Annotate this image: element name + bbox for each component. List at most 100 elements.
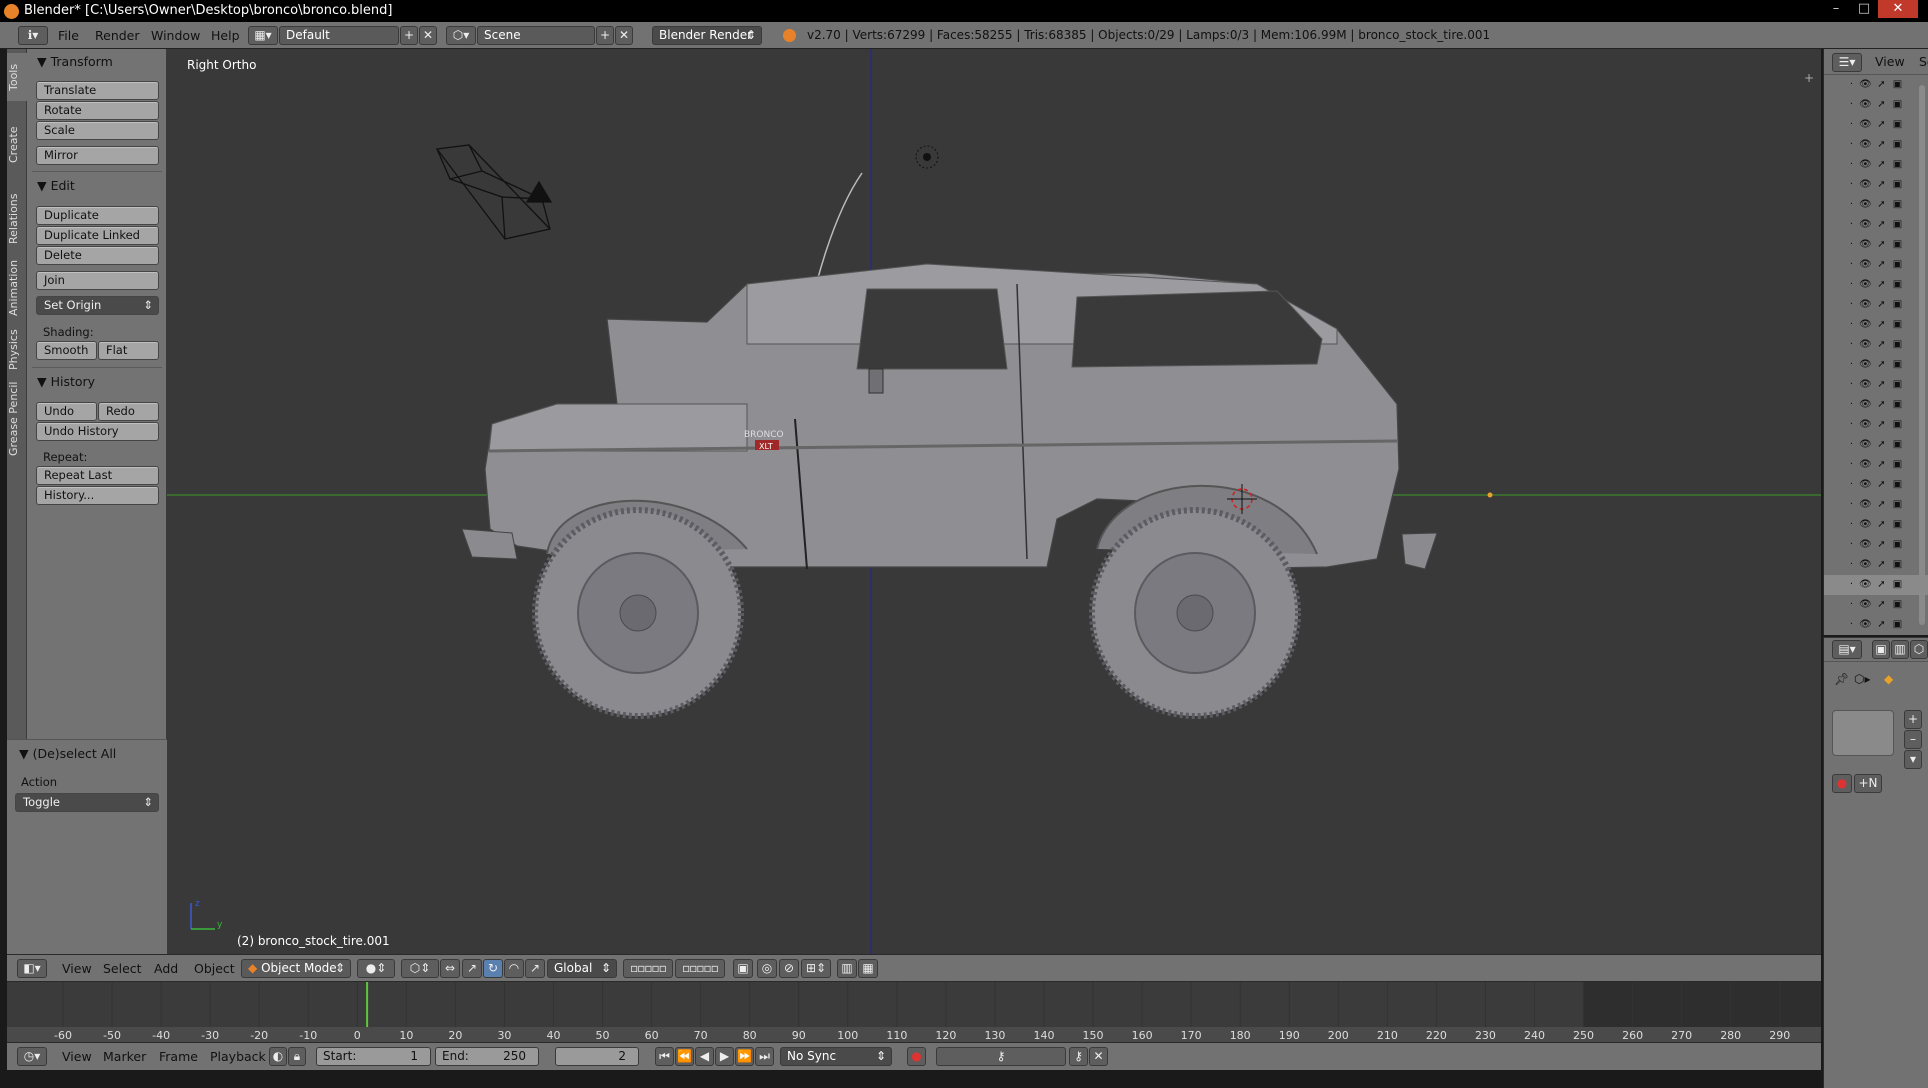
visibility-eye-icon[interactable]: 👁︎ bbox=[1859, 579, 1872, 590]
minimize-button[interactable]: – bbox=[1822, 0, 1850, 18]
expand-icon[interactable]: · bbox=[1846, 99, 1857, 110]
render-camera-icon[interactable]: ▣ bbox=[1892, 159, 1903, 170]
pivot-point-icon[interactable]: ⬡⇕ bbox=[401, 959, 439, 978]
undo-history-button[interactable]: Undo History bbox=[36, 422, 159, 441]
visibility-eye-icon[interactable]: 👁︎ bbox=[1859, 219, 1872, 230]
menu-view[interactable]: View bbox=[62, 1049, 92, 1064]
expand-icon[interactable]: · bbox=[1846, 479, 1857, 490]
select-arrow-icon[interactable]: ➚ bbox=[1876, 439, 1887, 450]
duplicate-linked-button[interactable]: Duplicate Linked bbox=[36, 226, 159, 245]
select-arrow-icon[interactable]: ➚ bbox=[1876, 319, 1887, 330]
editor-type-icon[interactable]: ℹ▾ bbox=[18, 26, 48, 45]
render-camera-icon[interactable]: ▣ bbox=[1892, 579, 1903, 590]
outliner-row[interactable]: · 👁︎ ➚ ▣ bbox=[1824, 75, 1928, 95]
menu-add[interactable]: Add bbox=[154, 961, 178, 976]
lock-range-icon[interactable]: 🔒︎ bbox=[288, 1047, 306, 1066]
scene-field[interactable]: Scene bbox=[477, 26, 595, 45]
render-camera-icon[interactable]: ▣ bbox=[1892, 419, 1903, 430]
outliner-row[interactable]: · 👁︎ ➚ ▣ bbox=[1824, 475, 1928, 495]
outliner-menu-view[interactable]: View bbox=[1875, 54, 1905, 69]
render-camera-icon[interactable]: ▣ bbox=[1892, 279, 1903, 290]
render-camera-icon[interactable]: ▣ bbox=[1892, 559, 1903, 570]
repeat-last-button[interactable]: Repeat Last bbox=[36, 466, 159, 485]
visibility-eye-icon[interactable]: 👁︎ bbox=[1859, 399, 1872, 410]
viewport-shading-icon[interactable]: ●⇕ bbox=[357, 959, 395, 978]
add-layout-icon[interactable]: + bbox=[400, 26, 418, 45]
tab-animation[interactable]: Animation bbox=[7, 254, 27, 322]
render-camera-icon[interactable]: ▣ bbox=[1892, 399, 1903, 410]
flat-button[interactable]: Flat bbox=[98, 341, 159, 360]
delete-keyframe-icon[interactable]: ✕ bbox=[1089, 1047, 1108, 1066]
play-icon[interactable]: ▶ bbox=[715, 1047, 734, 1066]
expand-icon[interactable]: · bbox=[1846, 179, 1857, 190]
preview-range-icon[interactable]: ◐ bbox=[269, 1047, 287, 1066]
mode-select[interactable]: ◆ Object Mode ⇕ bbox=[241, 959, 351, 978]
render-camera-icon[interactable]: ▣ bbox=[1892, 499, 1903, 510]
render-layer-tab-icon[interactable]: ▥ bbox=[1891, 640, 1909, 659]
menu-playback[interactable]: Playback bbox=[210, 1049, 266, 1064]
outliner-row[interactable]: · 👁︎ ➚ ▣ bbox=[1824, 155, 1928, 175]
expand-icon[interactable]: · bbox=[1846, 219, 1857, 230]
outliner-menu-search[interactable]: Se bbox=[1919, 54, 1928, 69]
outliner-row[interactable]: · 👁︎ ➚ ▣ bbox=[1824, 435, 1928, 455]
select-arrow-icon[interactable]: ➚ bbox=[1876, 479, 1887, 490]
insert-keyframe-icon[interactable]: ⚷ bbox=[1069, 1047, 1088, 1066]
translate-manipulator-icon[interactable]: ↗ bbox=[462, 959, 482, 978]
visibility-eye-icon[interactable]: 👁︎ bbox=[1859, 359, 1872, 370]
menu-render[interactable]: Render bbox=[95, 28, 140, 43]
undo-button[interactable]: Undo bbox=[36, 402, 97, 421]
outliner-row[interactable]: · 👁︎ ➚ ▣ bbox=[1824, 515, 1928, 535]
visibility-eye-icon[interactable]: 👁︎ bbox=[1859, 79, 1872, 90]
add-scene-icon[interactable]: + bbox=[596, 26, 614, 45]
pin-icon[interactable]: 📌︎ bbox=[1834, 672, 1849, 686]
select-arrow-icon[interactable]: ➚ bbox=[1876, 239, 1887, 250]
opengl-anim-icon[interactable]: ▦ bbox=[858, 959, 878, 978]
visibility-eye-icon[interactable]: 👁︎ bbox=[1859, 539, 1872, 550]
select-arrow-icon[interactable]: ➚ bbox=[1876, 419, 1887, 430]
outliner-row[interactable]: · 👁︎ ➚ ▣ bbox=[1824, 275, 1928, 295]
screen-layout-icon[interactable]: ▦▾ bbox=[248, 26, 278, 45]
expand-icon[interactable]: · bbox=[1846, 419, 1857, 430]
visibility-eye-icon[interactable]: 👁︎ bbox=[1859, 479, 1872, 490]
render-camera-icon[interactable]: ▣ bbox=[1892, 599, 1903, 610]
remove-scene-icon[interactable]: ✕ bbox=[615, 26, 633, 45]
select-arrow-icon[interactable]: ➚ bbox=[1876, 219, 1887, 230]
expand-icon[interactable]: · bbox=[1846, 599, 1857, 610]
select-arrow-icon[interactable]: ➚ bbox=[1876, 139, 1887, 150]
visibility-eye-icon[interactable]: 👁︎ bbox=[1859, 499, 1872, 510]
select-arrow-icon[interactable]: ➚ bbox=[1876, 379, 1887, 390]
expand-icon[interactable]: · bbox=[1846, 519, 1857, 530]
expand-icon[interactable]: · bbox=[1846, 399, 1857, 410]
select-arrow-icon[interactable]: ➚ bbox=[1876, 299, 1887, 310]
render-camera-icon[interactable]: ▣ bbox=[1892, 139, 1903, 150]
outliner-row[interactable]: · 👁︎ ➚ ▣ bbox=[1824, 255, 1928, 275]
jump-end-icon[interactable]: ⏭ bbox=[755, 1047, 774, 1066]
render-camera-icon[interactable]: ▣ bbox=[1892, 459, 1903, 470]
select-arrow-icon[interactable]: ➚ bbox=[1876, 79, 1887, 90]
duplicate-button[interactable]: Duplicate bbox=[36, 206, 159, 225]
select-arrow-icon[interactable]: ➚ bbox=[1876, 599, 1887, 610]
expand-icon[interactable]: · bbox=[1846, 159, 1857, 170]
outliner-row[interactable]: · 👁︎ ➚ ▣ bbox=[1824, 595, 1928, 615]
outliner-row[interactable]: · 👁︎ ➚ ▣ bbox=[1824, 135, 1928, 155]
expand-icon[interactable]: · bbox=[1846, 259, 1857, 270]
tab-create[interactable]: Create bbox=[7, 105, 27, 185]
select-arrow-icon[interactable]: ➚ bbox=[1876, 99, 1887, 110]
render-camera-icon[interactable]: ▣ bbox=[1892, 79, 1903, 90]
select-arrow-icon[interactable]: ➚ bbox=[1876, 539, 1887, 550]
expand-icon[interactable]: · bbox=[1846, 319, 1857, 330]
visibility-eye-icon[interactable]: 👁︎ bbox=[1859, 599, 1872, 610]
action-select[interactable]: Toggle ⇕ bbox=[15, 793, 159, 812]
visibility-eye-icon[interactable]: 👁︎ bbox=[1859, 519, 1872, 530]
render-tab-icon[interactable]: ▣ bbox=[1872, 640, 1890, 659]
editor-type-icon[interactable]: ◧▾ bbox=[17, 959, 47, 978]
zoom-out-icon[interactable]: – bbox=[1904, 730, 1922, 749]
manipulator-arrow-icon[interactable]: ↗ bbox=[525, 959, 545, 978]
render-camera-icon[interactable]: ▣ bbox=[1892, 239, 1903, 250]
select-arrow-icon[interactable]: ➚ bbox=[1876, 159, 1887, 170]
tab-tools[interactable]: Tools bbox=[7, 53, 27, 101]
expand-icon[interactable]: · bbox=[1846, 139, 1857, 150]
outliner-row[interactable]: · 👁︎ ➚ ▣ bbox=[1824, 315, 1928, 335]
maximize-button[interactable]: □ bbox=[1850, 0, 1878, 18]
visibility-eye-icon[interactable]: 👁︎ bbox=[1859, 459, 1872, 470]
